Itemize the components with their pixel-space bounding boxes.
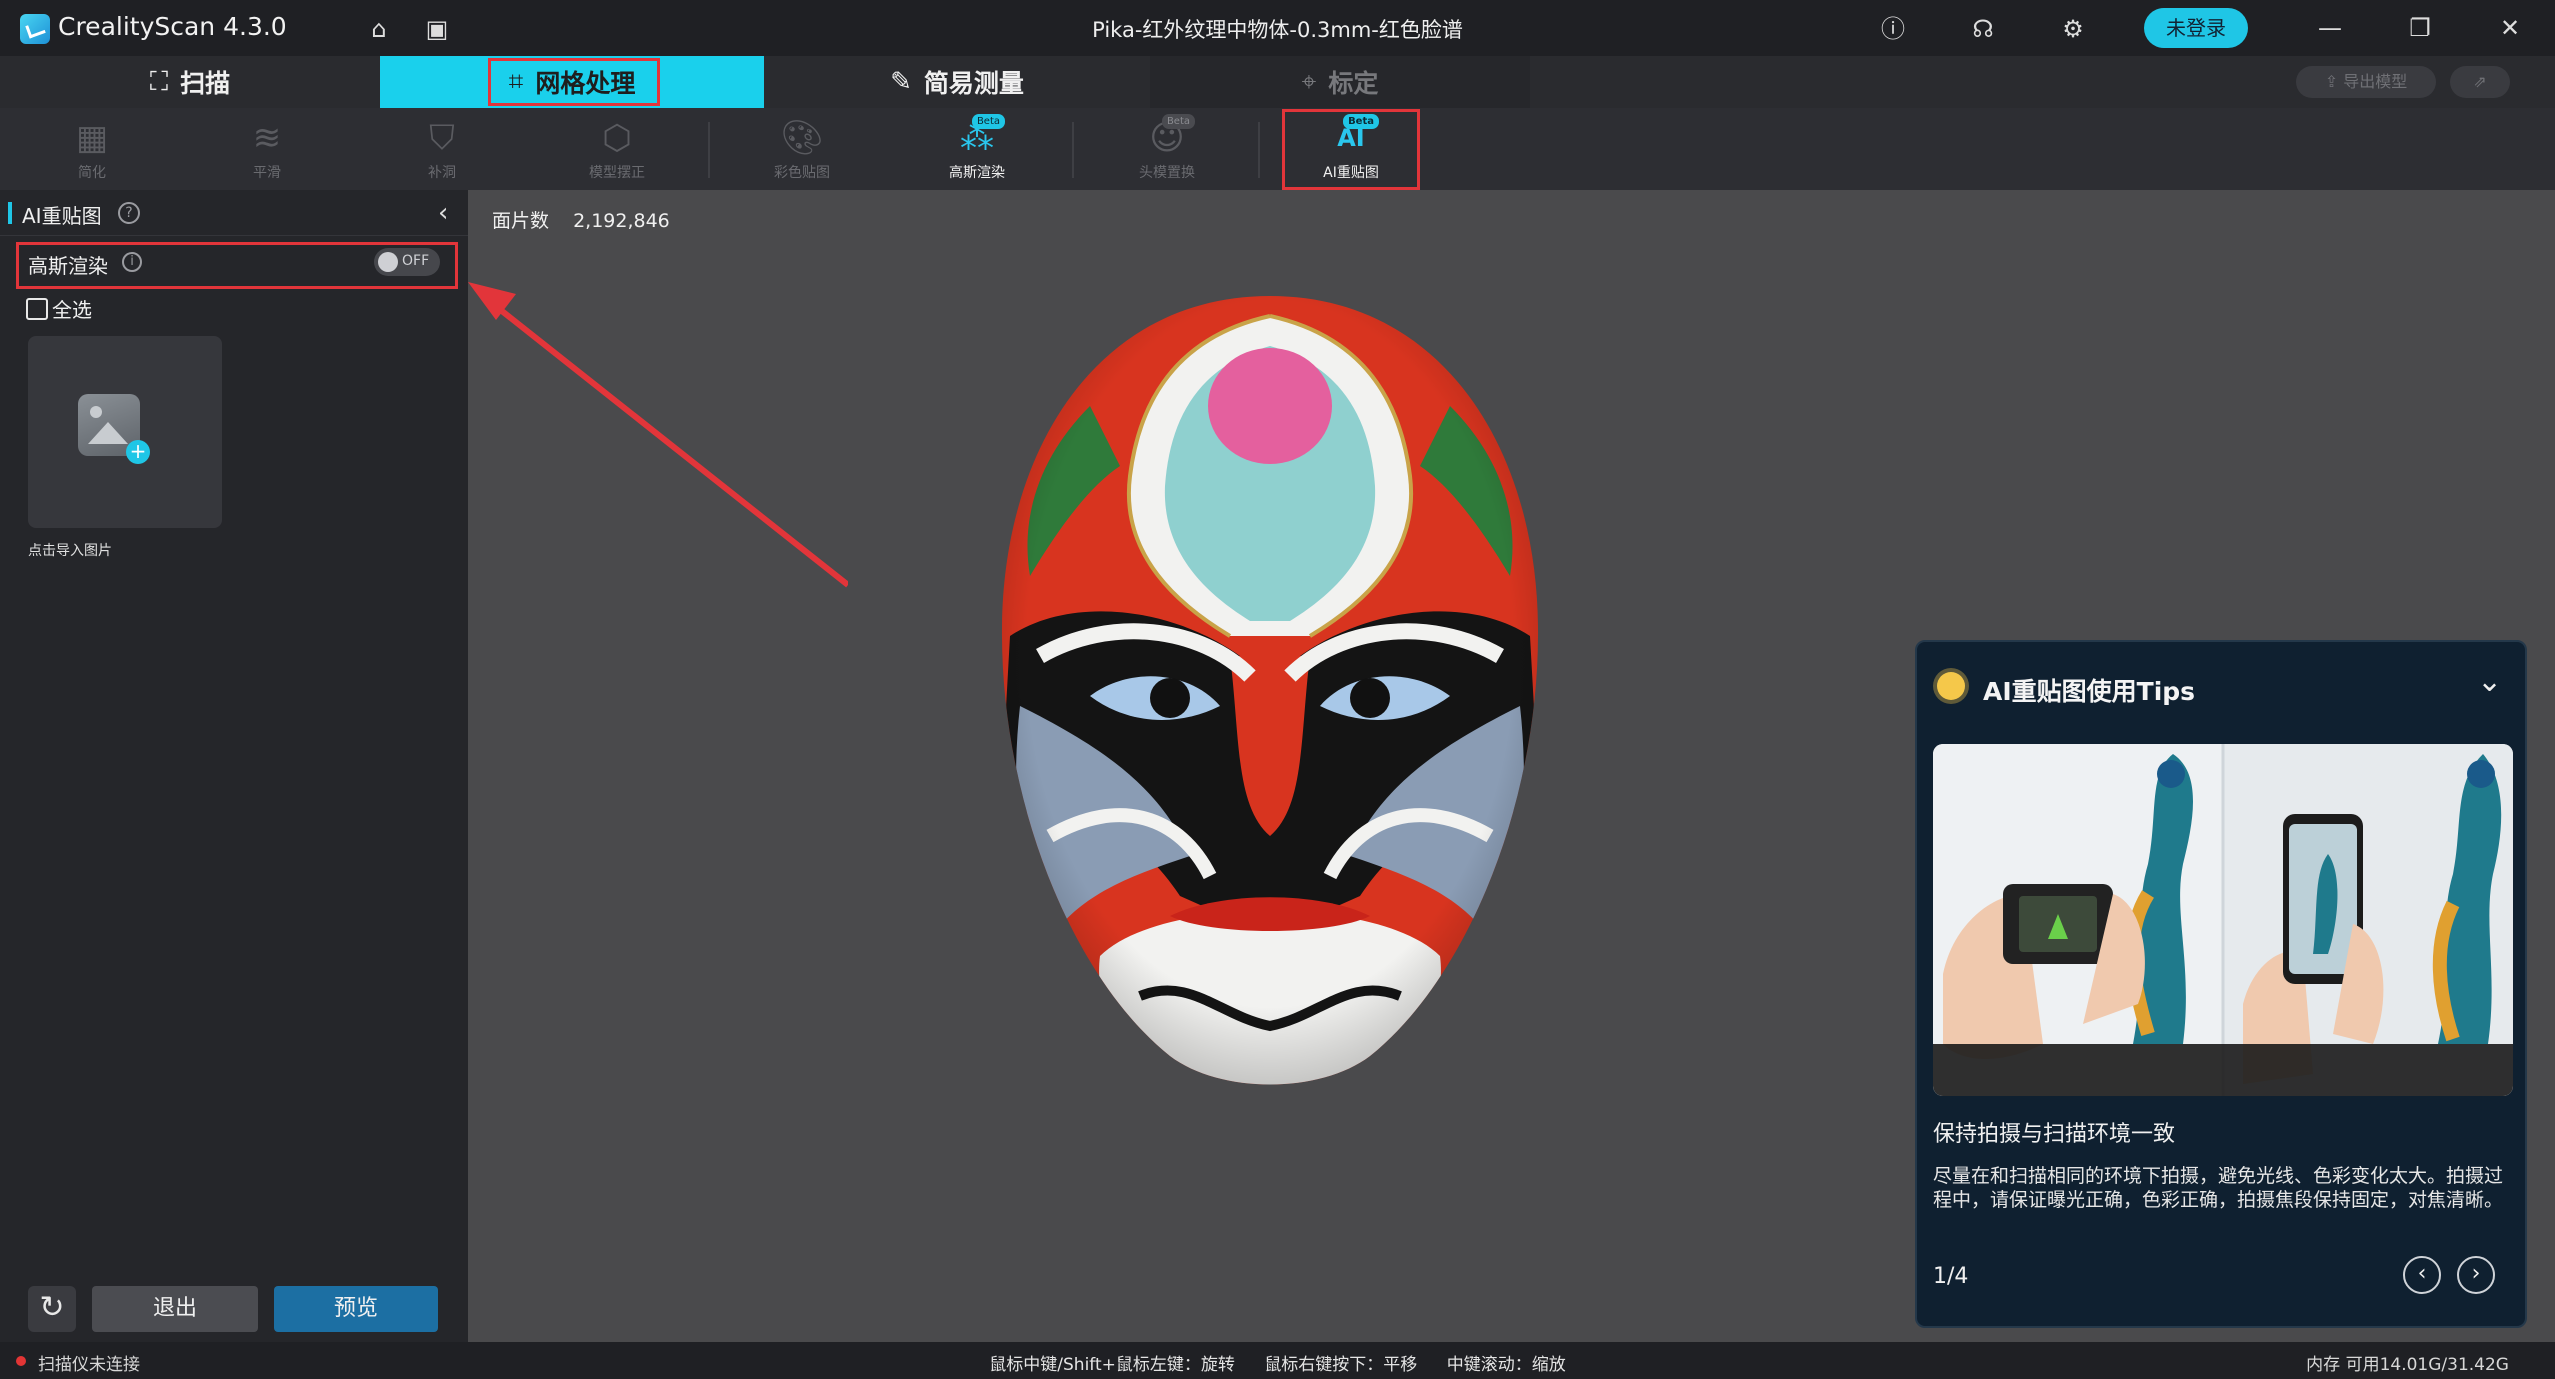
export-model-label: 导出模型 xyxy=(2343,72,2408,91)
tab-mesh-processing[interactable]: ⌗ 网格处理 xyxy=(380,56,764,108)
home-icon[interactable]: ⌂ xyxy=(364,14,394,44)
exit-button[interactable]: 退出 xyxy=(92,1286,258,1332)
simplify-icon: ▦ xyxy=(75,118,109,158)
hint-rotate: 鼠标中键/Shift+鼠标左键：旋转 xyxy=(989,1355,1235,1375)
gaussian-render-toggle[interactable]: OFF xyxy=(374,248,440,276)
palette-icon: 🎨︎ xyxy=(780,118,824,158)
folder-icon[interactable]: ▣ xyxy=(422,14,452,44)
tips-body: 尽量在和扫描相同的环境下拍摄，避免光线、色彩变化太大。拍摄过程中，请保证曝光正确… xyxy=(1933,1165,2504,1211)
panel-title: AI重贴图 xyxy=(22,204,102,228)
add-icon: + xyxy=(126,440,150,464)
select-all-label: 全选 xyxy=(52,298,92,322)
hint-zoom: 中键滚动：缩放 xyxy=(1446,1355,1566,1375)
status-bar: 扫描仪未连接 鼠标中键/Shift+鼠标左键：旋转 鼠标右键按下：平移 中键滚动… xyxy=(0,1342,2555,1379)
tab-calibration-label: 标定 xyxy=(1328,69,1379,98)
upload-image-card[interactable]: + xyxy=(28,336,222,528)
beta-badge: Beta xyxy=(1343,114,1379,129)
help-circle-icon[interactable]: ⓘ xyxy=(1878,14,1908,44)
close-icon[interactable]: ✕ xyxy=(2490,12,2530,44)
restore-icon[interactable]: ❐ xyxy=(2400,12,2440,44)
tab-scan-label: 扫描 xyxy=(180,69,231,98)
help-icon[interactable]: ? xyxy=(118,202,140,224)
tips-illustration xyxy=(1933,744,2513,1096)
tab-mesh-processing-label: 网格处理 xyxy=(535,69,636,98)
beta-badge: Beta xyxy=(971,114,1005,129)
select-all-checkbox[interactable] xyxy=(26,297,48,320)
info-icon[interactable]: i xyxy=(122,252,142,272)
prev-tip-button[interactable]: ‹ xyxy=(2403,1256,2441,1294)
tool-ai-retexture-label: AI重贴图 xyxy=(1323,165,1379,181)
tab-scan[interactable]: ⛶ 扫描 xyxy=(0,56,380,108)
left-panel: AI重贴图 ? ‹ 高斯渲染 i OFF 全选 + 点击导入图片 ↻ 退出 预览 xyxy=(0,190,468,1342)
tool-simplify-label: 简化 xyxy=(78,165,106,181)
gaussian-render-label: 高斯渲染 xyxy=(28,254,108,278)
tips-subtitle: 保持拍摄与扫描环境一致 xyxy=(1933,1122,2176,1147)
tool-ribbon: ▦ 简化 ≋ 平滑 ⛉ 补洞 ⬡ 模型摆正 🎨︎ 彩色贴图 ⁂ Beta 高斯渲染… xyxy=(0,108,2555,190)
beta-badge: Beta xyxy=(1161,114,1195,129)
ruler-icon: ✎ xyxy=(890,67,912,97)
mouse-hints: 鼠标中键/Shift+鼠标左键：旋转 鼠标右键按下：平移 中键滚动：缩放 xyxy=(0,1350,2555,1375)
tool-simplify[interactable]: ▦ 简化 xyxy=(17,108,167,190)
scan-icon: ⛶ xyxy=(149,66,169,97)
tool-align-model[interactable]: ⬡ 模型摆正 xyxy=(542,108,692,190)
tool-gaussian[interactable]: ⁂ Beta 高斯渲染 xyxy=(902,108,1052,190)
accent-bar xyxy=(8,202,12,224)
tool-smooth-label: 平滑 xyxy=(253,165,281,181)
opera-mask-model[interactable] xyxy=(980,276,1560,1116)
hint-pan: 鼠标右键按下：平移 xyxy=(1264,1355,1418,1375)
tips-panel: AI重贴图使用Tips ⌄ 保持拍摄与扫描环境一致 尽量在和扫描相同的环境下拍摄… xyxy=(1915,640,2527,1328)
tool-align-model-label: 模型摆正 xyxy=(589,165,645,181)
tool-fill-hole-label: 补洞 xyxy=(428,165,456,181)
chevron-left-icon[interactable]: ‹ xyxy=(438,198,448,228)
tool-ai-retexture[interactable]: AI Beta AI重贴图 xyxy=(1276,108,1426,190)
tab-calibration[interactable]: ⌖ 标定 xyxy=(1150,56,1530,108)
ai-retexture-icon: AI Beta xyxy=(1329,114,1379,158)
tab-simple-measure[interactable]: ✎ 简易测量 xyxy=(764,56,1150,108)
title-bar: CrealityScan 4.3.0 ⌂ ▣ Pika-红外纹理中物体-0.3m… xyxy=(0,0,2555,56)
ribbon-divider xyxy=(1258,122,1260,178)
ribbon-divider xyxy=(1072,122,1074,178)
tool-gaussian-label: 高斯渲染 xyxy=(949,165,1005,181)
refresh-button[interactable]: ↻ xyxy=(28,1286,76,1332)
gaussian-icon: ⁂ Beta xyxy=(955,114,1005,158)
memory-status: 内存 可用14.01G/31.42G xyxy=(2306,1355,2509,1375)
align-model-icon: ⬡ xyxy=(602,118,632,158)
settings-gear-icon[interactable]: ⚙ xyxy=(2058,14,2088,44)
fill-hole-icon: ⛉ xyxy=(429,118,455,158)
tool-head-swap-label: 头模置换 xyxy=(1139,165,1195,181)
head-swap-icon: ☺ Beta xyxy=(1145,114,1195,158)
tool-color-texture[interactable]: 🎨︎ 彩色贴图 xyxy=(727,108,877,190)
tool-head-swap[interactable]: ☺ Beta 头模置换 xyxy=(1092,108,1242,190)
next-tip-button[interactable]: › xyxy=(2457,1256,2495,1294)
toggle-knob xyxy=(378,252,398,272)
tool-fill-hole[interactable]: ⛉ 补洞 xyxy=(367,108,517,190)
tab-simple-measure-label: 简易测量 xyxy=(923,69,1024,98)
panel-header: AI重贴图 ? ‹ xyxy=(0,190,468,236)
ribbon-divider xyxy=(708,122,710,178)
sun-icon xyxy=(1937,672,1965,700)
tips-page-indicator: 1/4 xyxy=(1933,1264,1969,1289)
share-icon[interactable]: ⇗ xyxy=(2450,66,2510,98)
login-button[interactable]: 未登录 xyxy=(2144,8,2248,48)
app-title: CrealityScan 4.3.0 xyxy=(58,12,287,41)
app-window: CrealityScan 4.3.0 ⌂ ▣ Pika-红外纹理中物体-0.3m… xyxy=(0,0,2555,1379)
main-tab-bar: ⛶ 扫描 ⌗ 网格处理 ✎ 简易测量 ⌖ 标定 ⇪ 导出模型 ⇗ xyxy=(0,56,2555,108)
upload-image-label: 点击导入图片 xyxy=(28,543,112,559)
tips-title: AI重贴图使用Tips xyxy=(1983,677,2196,706)
headset-icon[interactable]: ☊ xyxy=(1968,14,1998,44)
select-all-row[interactable]: 全选 xyxy=(26,294,92,323)
chevron-down-icon[interactable]: ⌄ xyxy=(2477,664,2502,699)
app-logo-icon xyxy=(20,14,50,44)
smooth-icon: ≋ xyxy=(252,118,282,158)
target-icon: ⌖ xyxy=(1301,66,1317,97)
preview-button[interactable]: 预览 xyxy=(274,1286,438,1332)
mesh-crop-icon: ⌗ xyxy=(508,66,524,97)
annotation-arrow xyxy=(468,282,848,588)
export-model-button[interactable]: ⇪ 导出模型 xyxy=(2296,66,2436,98)
toggle-state: OFF xyxy=(402,253,430,269)
tool-color-texture-label: 彩色贴图 xyxy=(774,165,830,181)
minimize-icon[interactable]: — xyxy=(2310,12,2350,44)
tool-smooth[interactable]: ≋ 平滑 xyxy=(192,108,342,190)
